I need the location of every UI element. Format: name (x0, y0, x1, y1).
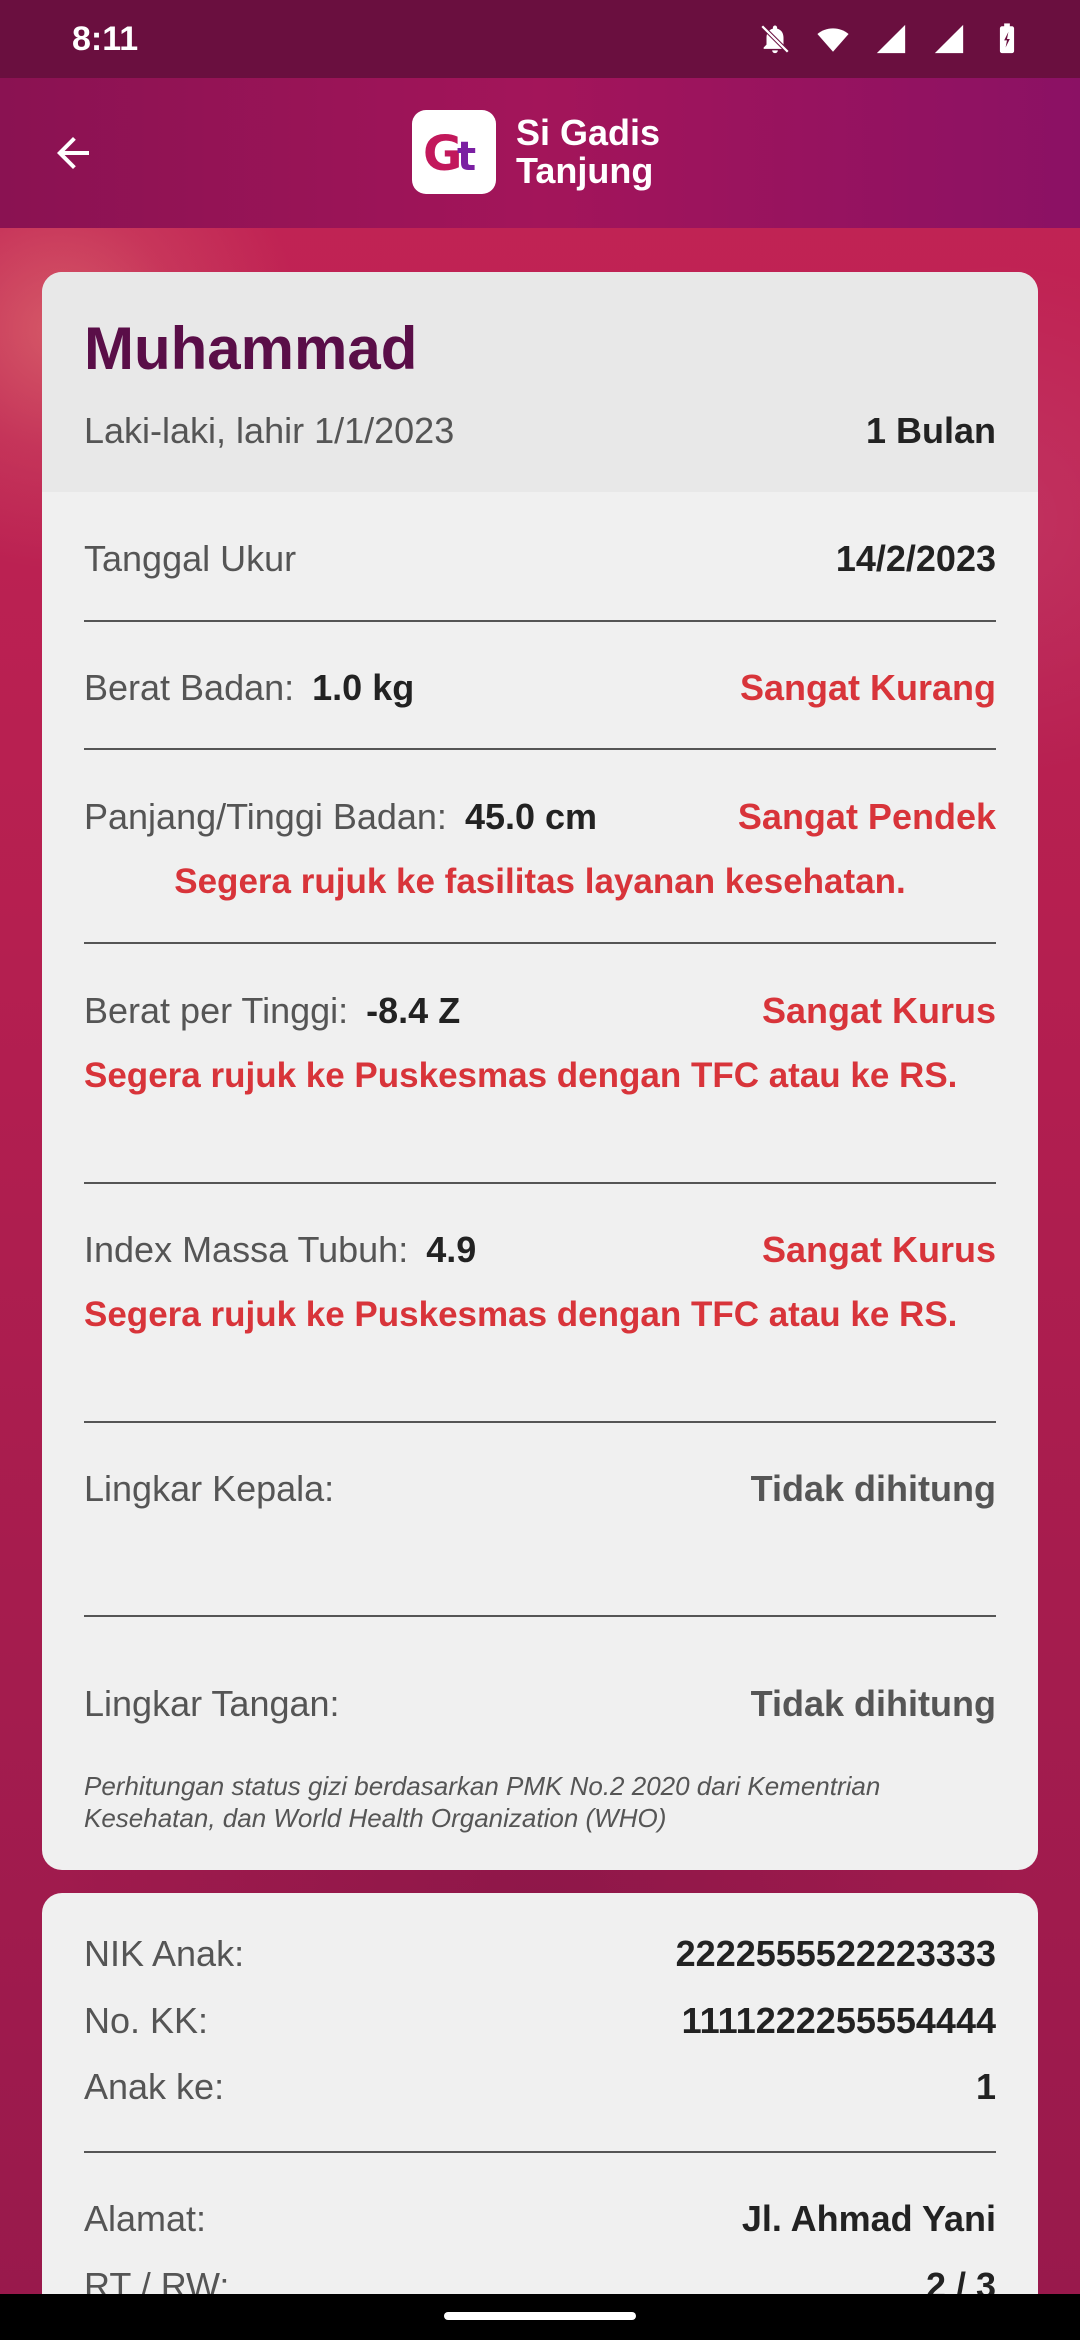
bmi-status: Sangat Kurus (761, 1229, 996, 1270)
kk-row: No. KK: 1111222255554444 (84, 2000, 996, 2042)
arm-circ-status: Tidak dihitung (750, 1683, 996, 1724)
logo-text: Si Gadis Tanjung (516, 114, 660, 190)
date-row: Tanggal Ukur 14/2/2023 (84, 538, 996, 580)
head-circ-label: Lingkar Kepala: (84, 1468, 335, 1509)
signal-icon (932, 22, 966, 56)
head-circ-row: Lingkar Kepala: Tidak dihitung (84, 1468, 996, 1510)
child-order-value: 1 (975, 2066, 996, 2107)
status-bar: 8:11 (0, 0, 1080, 78)
height-note: Segera rujuk ke fasilitas layanan keseha… (174, 862, 906, 901)
wfh-note: Segera rujuk ke Puskesmas dengan TFC ata… (84, 1056, 958, 1095)
child-order-label: Anak ke: (84, 2066, 225, 2107)
divider (84, 942, 996, 944)
app-logo: G t Si Gadis Tanjung (412, 110, 660, 194)
bmi-label: Index Massa Tubuh: (84, 1229, 409, 1270)
divider (84, 1182, 996, 1184)
address-value: Jl. Ahmad Yani (741, 2198, 996, 2239)
logo-line-1: Si Gadis (516, 112, 661, 153)
wfh-label: Berat per Tinggi: (84, 990, 349, 1031)
wifi-icon (816, 22, 850, 56)
kk-label: No. KK: (84, 2000, 209, 2041)
divider (84, 748, 996, 750)
back-button[interactable] (40, 120, 106, 186)
weight-row: Berat Badan: 1.0 kg Sangat Kurang (84, 667, 996, 709)
footnote: Perhitungan status gizi berdasarkan PMK … (84, 1771, 881, 1833)
divider (84, 2151, 996, 2153)
child-name: Muhammad (84, 315, 418, 382)
divider (84, 620, 996, 622)
wfh-value: -8.4 Z (366, 990, 461, 1031)
address-row: Alamat: Jl. Ahmad Yani (84, 2198, 996, 2240)
address-label: Alamat: (84, 2198, 207, 2239)
arm-circ-row: Lingkar Tangan: Tidak dihitung (84, 1683, 996, 1725)
child-age: 1 Bulan (865, 410, 996, 451)
signal-icon (874, 22, 908, 56)
bmi-row: Index Massa Tubuh: 4.9 Sangat Kurus (84, 1229, 996, 1271)
logo-line-2: Tanjung (516, 150, 654, 191)
bell-off-icon (758, 22, 792, 56)
bmi-note: Segera rujuk ke Puskesmas dengan TFC ata… (84, 1295, 958, 1334)
child-gender-birth: Laki-laki, lahir 1/1/2023 (84, 410, 455, 451)
divider (84, 1421, 996, 1423)
battery-icon (990, 22, 1024, 56)
kk-value: 1111222255554444 (681, 2000, 996, 2041)
app-bar: G t Si Gadis Tanjung (0, 78, 1080, 228)
child-header: Muhammad Laki-laki, lahir 1/1/2023 1 Bul… (42, 272, 1038, 492)
child-order-row: Anak ke: 1 (84, 2066, 996, 2108)
bmi-value: 4.9 (426, 1229, 477, 1270)
arm-circ-label: Lingkar Tangan: (84, 1683, 340, 1724)
home-gesture-handle[interactable] (444, 2312, 636, 2320)
nik-value: 2222555522223333 (675, 1933, 996, 1974)
head-circ-status: Tidak dihitung (750, 1468, 996, 1509)
arrow-left-icon (57, 137, 89, 169)
weight-label: Berat Badan: (84, 667, 295, 708)
status-icons (758, 22, 1024, 56)
weight-status: Sangat Kurang (739, 667, 996, 708)
wfh-row: Berat per Tinggi: -8.4 Z Sangat Kurus (84, 990, 996, 1032)
measurement-card: Muhammad Laki-laki, lahir 1/1/2023 1 Bul… (42, 272, 1038, 1870)
nik-row: NIK Anak: 2222555522223333 (84, 1933, 996, 1975)
height-value: 45.0 cm (464, 796, 598, 837)
date-label: Tanggal Ukur (84, 538, 297, 579)
divider (84, 1615, 996, 1617)
nik-label: NIK Anak: (84, 1933, 245, 1974)
identity-card: NIK Anak: 2222555522223333 No. KK: 11112… (42, 1893, 1038, 2340)
date-value: 14/2/2023 (835, 538, 996, 579)
status-time: 8:11 (72, 20, 139, 58)
weight-value: 1.0 kg (312, 667, 415, 708)
logo-mark: G t (412, 110, 496, 194)
system-nav-bar (0, 2294, 1080, 2340)
height-label: Panjang/Tinggi Badan: (84, 796, 447, 837)
wfh-status: Sangat Kurus (761, 990, 996, 1031)
height-row: Panjang/Tinggi Badan: 45.0 cm Sangat Pend… (84, 796, 996, 838)
height-status: Sangat Pendek (737, 796, 996, 837)
svg-text:t: t (457, 134, 476, 180)
